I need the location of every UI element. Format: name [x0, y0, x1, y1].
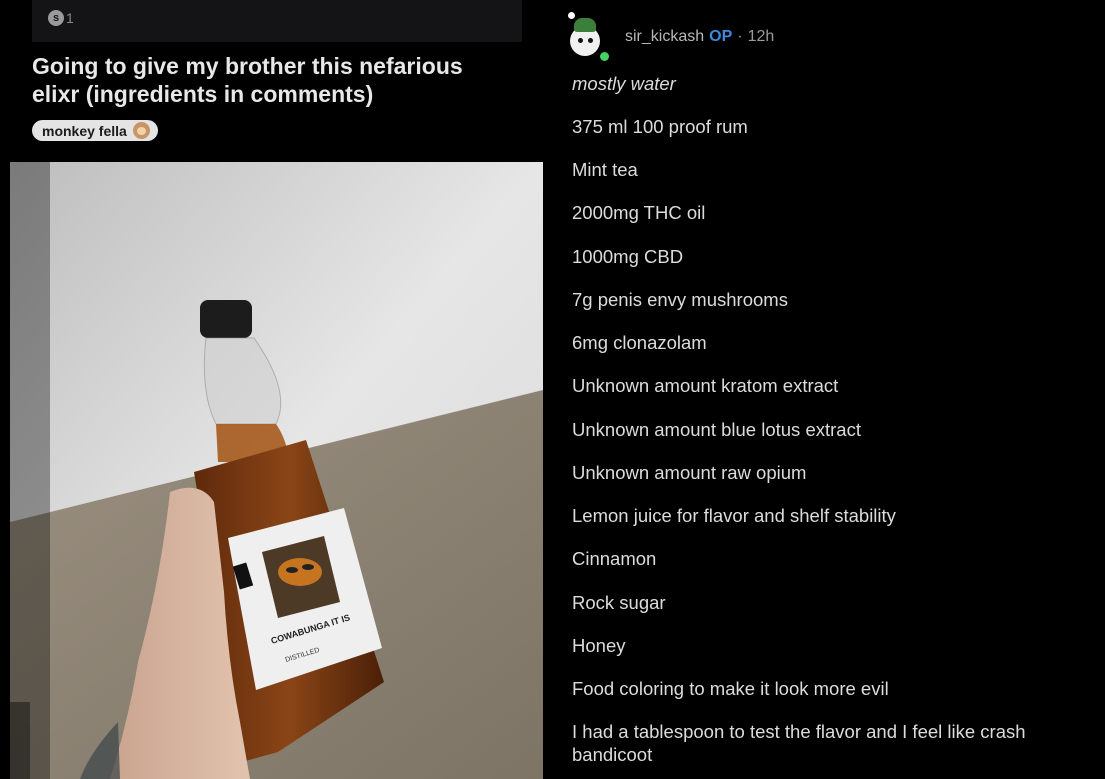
comment-line: mostly water: [572, 73, 676, 94]
post-image[interactable]: COWABUNGA IT IS DISTILLED: [10, 162, 543, 779]
post-flair[interactable]: monkey fella: [32, 120, 158, 141]
comment-line: Cinnamon: [572, 548, 657, 569]
avatar-hair: [574, 18, 596, 32]
comment-line: 375 ml 100 proof rum: [572, 116, 748, 137]
avatar-eye: [588, 38, 593, 43]
comment-line: Unknown amount raw opium: [572, 462, 807, 483]
comment-line: I had a tablespoon to test the flavor an…: [572, 721, 1026, 765]
monkey-face-icon: [132, 122, 150, 139]
award-icon: s: [48, 10, 64, 26]
avatar-eye: [578, 38, 583, 43]
award-counter[interactable]: s 1: [48, 10, 74, 26]
meta-separator: ·: [737, 28, 743, 45]
user-avatar[interactable]: [568, 12, 612, 63]
comment-line: Unknown amount blue lotus extract: [572, 419, 861, 440]
bottle-cap: [200, 300, 252, 338]
post-title[interactable]: Going to give my brother this nefarious …: [32, 52, 512, 108]
comment-line: 6mg clonazolam: [572, 332, 707, 353]
comment-line: Unknown amount kratom extract: [572, 375, 839, 396]
post-header-bar: [32, 0, 522, 42]
comment-line: Lemon juice for flavor and shelf stabili…: [572, 505, 896, 526]
bottle-photo: COWABUNGA IT IS DISTILLED: [10, 162, 543, 779]
comment-line: 2000mg THC oil: [572, 202, 706, 223]
online-status-icon: [598, 50, 611, 63]
comment-line: Rock sugar: [572, 592, 666, 613]
comment-line: 1000mg CBD: [572, 246, 684, 267]
comment-line: Mint tea: [572, 159, 638, 180]
comment-line: Food coloring to make it look more evil: [572, 678, 889, 699]
post-panel: s 1 Going to give my brother this nefari…: [10, 0, 543, 779]
comment-panel: sir_kickash OP · 12h mostly water 375 ml…: [553, 0, 1105, 779]
award-count: 1: [66, 10, 74, 26]
comment-line: 7g penis envy mushrooms: [572, 289, 788, 310]
op-badge: OP: [709, 28, 733, 45]
comment-username[interactable]: sir_kickash: [625, 28, 704, 46]
comment-age: 12h: [747, 28, 775, 45]
flair-label: monkey fella: [42, 122, 127, 139]
avatar-antenna-dot: [568, 12, 575, 19]
comment-meta: sir_kickash OP · 12h: [625, 28, 774, 46]
comment-line: Honey: [572, 635, 626, 656]
